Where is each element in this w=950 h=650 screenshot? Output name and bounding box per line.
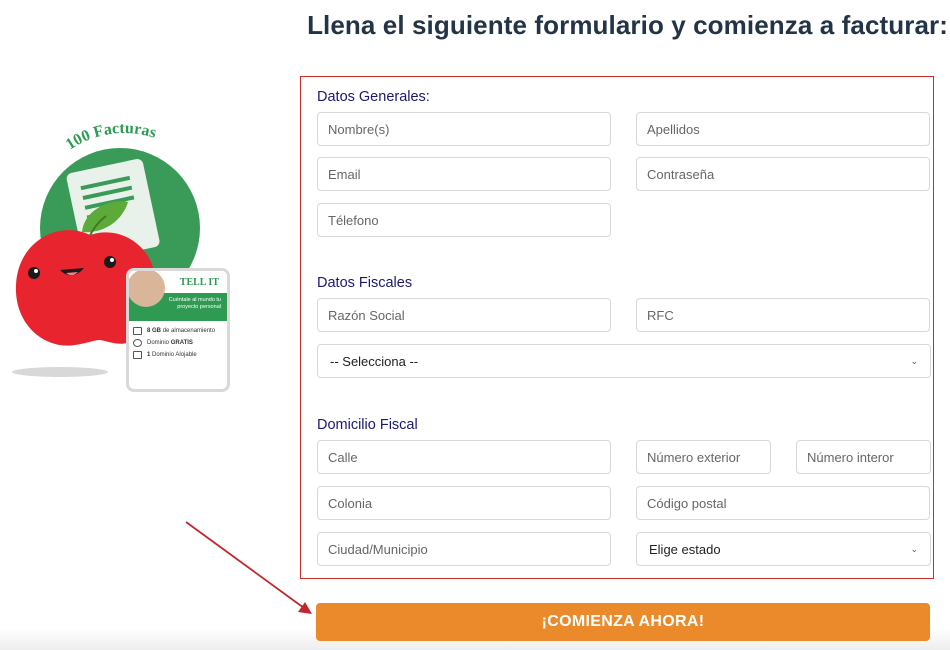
comienza-ahora-button[interactable]: ¡COMIENZA AHORA! <box>316 603 930 641</box>
arrow-line <box>185 521 305 609</box>
arrow-head-icon <box>298 602 312 614</box>
arrow-indicator <box>185 521 312 614</box>
